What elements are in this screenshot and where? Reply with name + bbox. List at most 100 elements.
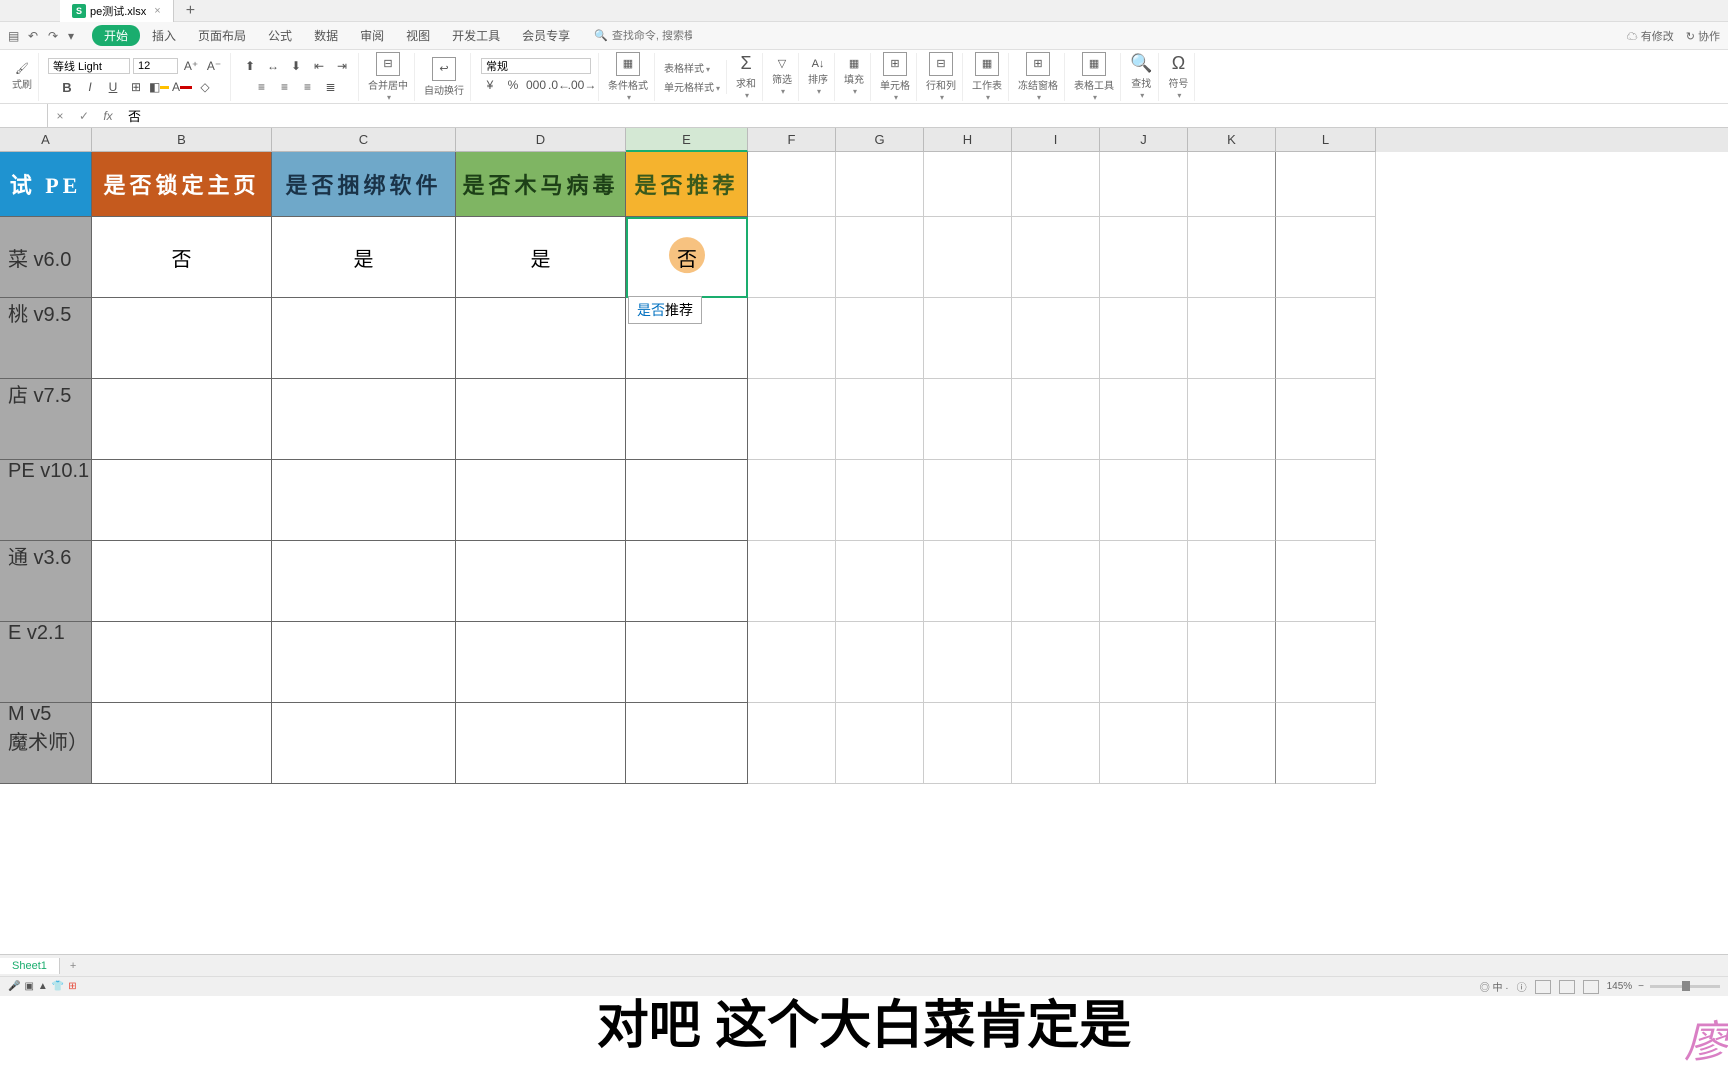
cell-empty[interactable] <box>1276 622 1376 703</box>
cell-empty[interactable] <box>836 152 924 217</box>
bold-button[interactable]: B <box>57 77 77 97</box>
indent-right-icon[interactable]: ⇥ <box>332 56 352 76</box>
menu-tab-layout[interactable]: 页面布局 <box>188 25 256 46</box>
cell-empty[interactable] <box>1100 152 1188 217</box>
cell-empty[interactable] <box>1276 217 1376 298</box>
cell-empty[interactable] <box>836 379 924 460</box>
grid-icon[interactable]: ⊞ <box>68 981 76 992</box>
align-center-icon[interactable]: ≡ <box>275 77 295 97</box>
cell-empty[interactable] <box>1188 152 1276 217</box>
filter-button[interactable]: ▽筛选 <box>772 57 792 96</box>
decrease-font-icon[interactable]: A⁻ <box>204 56 224 76</box>
sync-icon[interactable]: ↻ 协作 <box>1686 28 1720 44</box>
percent-icon[interactable]: % <box>503 75 523 95</box>
cell-empty[interactable] <box>1012 298 1100 379</box>
cell[interactable] <box>626 622 748 703</box>
col-header-l[interactable]: L <box>1276 128 1376 152</box>
command-search[interactable]: 🔍 <box>594 29 692 42</box>
number-format-select[interactable] <box>481 58 591 74</box>
col-header-g[interactable]: G <box>836 128 924 152</box>
align-left-icon[interactable]: ≡ <box>252 77 272 97</box>
cell[interactable] <box>456 379 626 460</box>
cell-empty[interactable] <box>1188 622 1276 703</box>
cell-empty[interactable] <box>1188 379 1276 460</box>
cell-empty[interactable] <box>836 703 924 784</box>
cell-empty[interactable] <box>1012 460 1100 541</box>
font-color-button[interactable]: A <box>172 77 192 97</box>
col-header-a[interactable]: A <box>0 128 92 152</box>
rowcol-button[interactable]: ⊟行和列 <box>926 52 956 102</box>
cell-empty[interactable] <box>1276 460 1376 541</box>
align-right-icon[interactable]: ≡ <box>298 77 318 97</box>
cell-empty[interactable] <box>1100 217 1188 298</box>
cell-empty[interactable] <box>836 298 924 379</box>
header-pe[interactable]: 试 PE <box>0 152 92 217</box>
cell-empty[interactable] <box>748 541 836 622</box>
row-label[interactable]: 菜 v6.0 <box>0 217 92 298</box>
camera-icon[interactable]: ▣ <box>24 981 33 992</box>
align-bottom-icon[interactable]: ⬇ <box>286 56 306 76</box>
search-input[interactable] <box>612 30 692 42</box>
cell-empty[interactable] <box>1188 703 1276 784</box>
cell[interactable] <box>92 298 272 379</box>
font-size-select[interactable] <box>133 58 178 74</box>
menu-tab-dev[interactable]: 开发工具 <box>442 25 510 46</box>
cell-empty[interactable] <box>1276 152 1376 217</box>
cell[interactable]: 是 <box>272 217 456 298</box>
menu-tab-review[interactable]: 审阅 <box>350 25 394 46</box>
cell[interactable] <box>92 541 272 622</box>
cell-empty[interactable] <box>748 460 836 541</box>
cell[interactable] <box>92 622 272 703</box>
cell[interactable] <box>626 379 748 460</box>
cell-empty[interactable] <box>924 541 1012 622</box>
cell[interactable] <box>272 298 456 379</box>
format-painter-button[interactable]: 🖌 式刷 <box>12 62 32 91</box>
save-icon[interactable]: ▤ <box>8 29 22 43</box>
zoom-level[interactable]: 145% <box>1607 981 1633 992</box>
cell-empty[interactable] <box>924 622 1012 703</box>
menu-tab-data[interactable]: 数据 <box>304 25 348 46</box>
cell-empty[interactable] <box>748 298 836 379</box>
cell-empty[interactable] <box>836 541 924 622</box>
align-middle-icon[interactable]: ↔ <box>263 56 283 76</box>
qat-dropdown-icon[interactable]: ▾ <box>68 29 82 43</box>
freeze-button[interactable]: ⊞冻结窗格 <box>1018 52 1058 102</box>
cell-empty[interactable] <box>836 217 924 298</box>
cell-empty[interactable] <box>1276 298 1376 379</box>
cell-empty[interactable] <box>1100 541 1188 622</box>
cell-empty[interactable] <box>1188 541 1276 622</box>
menu-tab-insert[interactable]: 插入 <box>142 25 186 46</box>
table-style-button[interactable]: 表格样式 <box>664 60 720 75</box>
cell[interactable] <box>456 622 626 703</box>
italic-button[interactable]: I <box>80 77 100 97</box>
cell[interactable] <box>626 703 748 784</box>
fill-color-button[interactable]: ◧ <box>149 77 169 97</box>
col-header-b[interactable]: B <box>92 128 272 152</box>
clear-format-button[interactable]: ◇ <box>195 77 215 97</box>
sheet-tab[interactable]: Sheet1 <box>0 958 60 974</box>
cloud-changes-icon[interactable]: ☁ 有修改 <box>1627 28 1674 44</box>
cell[interactable] <box>272 622 456 703</box>
record-icon[interactable]: 🎤 <box>8 981 20 992</box>
col-header-e[interactable]: E <box>626 128 748 152</box>
cell-empty[interactable] <box>748 152 836 217</box>
cell[interactable]: 是 <box>456 217 626 298</box>
cell-empty[interactable] <box>924 379 1012 460</box>
cell-empty[interactable] <box>1012 703 1100 784</box>
stats-icon[interactable]: ⓘ <box>1517 979 1527 994</box>
find-button[interactable]: 🔍查找 <box>1130 53 1152 100</box>
cell[interactable] <box>92 379 272 460</box>
menu-tab-view[interactable]: 视图 <box>396 25 440 46</box>
cell-empty[interactable] <box>1188 460 1276 541</box>
zoom-slider[interactable] <box>1650 985 1720 988</box>
formula-input[interactable] <box>120 108 1728 123</box>
fx-icon[interactable]: fx <box>96 109 120 123</box>
cell[interactable] <box>456 298 626 379</box>
cell-empty[interactable] <box>1012 379 1100 460</box>
redo-icon[interactable]: ↷ <box>48 29 62 43</box>
header-bundle[interactable]: 是否捆绑软件 <box>272 152 456 217</box>
row-label[interactable]: 桃 v9.5 <box>0 298 92 379</box>
sort-button[interactable]: A↓排序 <box>808 58 828 96</box>
cell-empty[interactable] <box>748 622 836 703</box>
cell-editing[interactable]: 否 是否推荐 <box>626 217 748 298</box>
